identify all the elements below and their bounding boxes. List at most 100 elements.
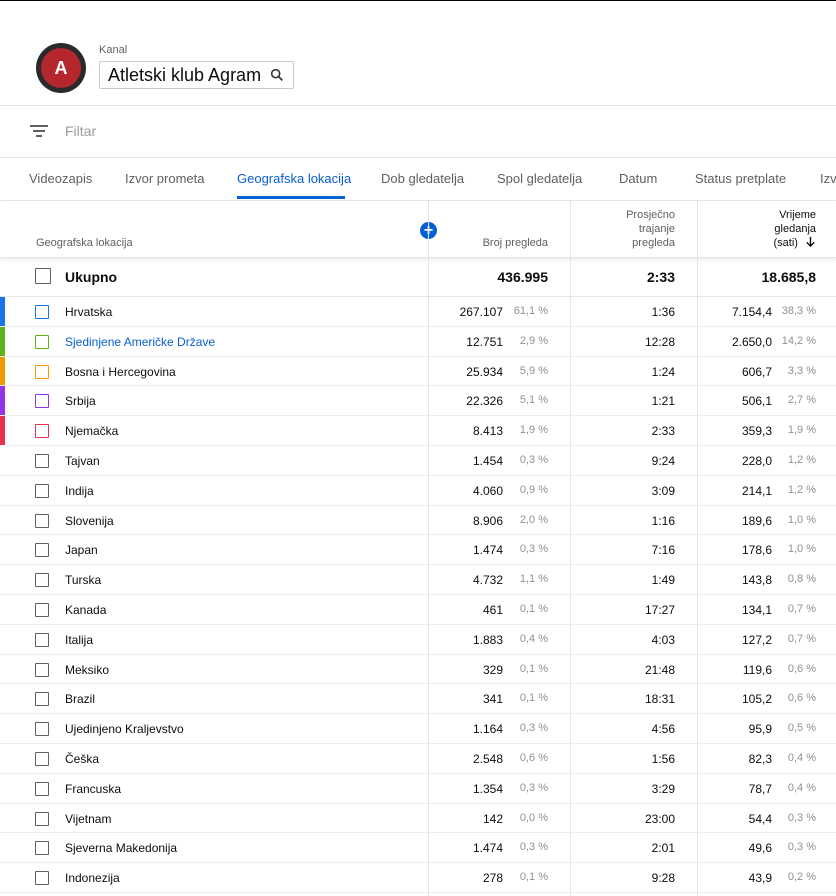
row-watch-pct: 0,4 % [787,751,816,764]
table-row[interactable]: Meksiko 329 0,1 % 21:48 119,6 0,6 % [0,655,836,685]
row-watch-pct: 0,4 % [787,781,816,794]
row-checkbox[interactable] [35,334,49,349]
row-views-pct: 0,3 % [519,841,548,854]
row-location: Vijetnam [65,811,112,826]
row-views: 4.060 [472,483,503,498]
row-views: 4.732 [472,573,503,588]
table-row[interactable]: Italija 1.883 0,4 % 4:03 127,2 0,7 % [0,625,836,655]
column-header-avg-duration[interactable]: Prosječno trajanje pregleda [626,208,675,250]
row-watch-time: 214,1 [741,483,772,498]
row-location[interactable]: Sjedinjene Američke Države [65,335,215,349]
row-watch-pct: 0,7 % [787,602,816,615]
table-row[interactable]: Češka 2.548 0,6 % 1:56 82,3 0,4 % [0,744,836,774]
row-views: 1.454 [472,453,503,468]
series-color-strip [0,356,5,386]
row-views-pct: 0,0 % [519,811,548,824]
total-checkbox[interactable] [35,268,51,284]
row-avg-duration: 23:00 [644,811,675,826]
table-row[interactable]: Srbija 22.326 5,1 % 1:21 506,1 2,7 % [0,386,836,417]
row-views: 2.548 [472,751,503,766]
tab-datum[interactable]: Datum [619,171,657,186]
row-checkbox[interactable] [35,573,49,588]
row-location: Italija [65,632,94,647]
row-views: 1.474 [472,543,503,558]
table-body: Hrvatska 267.107 61,1 % 1:36 7.154,4 38,3 % Sj… [0,297,836,893]
channel-selector[interactable]: Atletski klub Agram [99,61,295,89]
row-views: 8.906 [472,513,503,528]
tab-spol-gledatelja[interactable]: Spol gledatelja [497,171,582,186]
series-color-strip [0,386,5,416]
row-checkbox[interactable] [35,662,49,677]
filter-input[interactable]: Filtar [65,123,96,139]
row-checkbox[interactable] [35,811,49,826]
table-row[interactable]: Slovenija 8.906 2,0 % 1:16 189,6 1,0 % [0,506,836,536]
row-checkbox[interactable] [35,305,49,319]
row-checkbox[interactable] [35,692,49,707]
table-row[interactable]: Indija 4.060 0,9 % 3:09 214,1 1,2 % [0,476,836,506]
row-views-pct: 0,3 % [519,543,548,556]
total-avg-duration: 2:33 [646,269,675,285]
row-checkbox[interactable] [35,364,49,379]
row-views-pct: 0,3 % [519,781,548,794]
column-header-views[interactable]: Broj pregleda [483,236,548,250]
row-checkbox[interactable] [35,394,49,409]
channel-logo-mark: A [41,48,81,88]
row-checkbox[interactable] [35,781,49,796]
table-row[interactable]: Ujedinjeno Kraljevstvo 1.164 0,3 % 4:56 95,9… [0,714,836,744]
row-watch-pct: 1,2 % [787,453,816,466]
filter-icon[interactable] [30,124,48,138]
row-watch-time: 119,6 [742,662,772,677]
row-checkbox[interactable] [35,483,49,498]
row-avg-duration: 3:29 [651,781,675,796]
table-row[interactable]: Njemačka 8.413 1,9 % 2:33 359,3 1,9 % [0,416,836,446]
tab-more[interactable]: Izv [820,171,836,186]
table-row[interactable]: Indonezija 278 0,1 % 9:28 43,9 0,2 % [0,863,836,893]
row-checkbox[interactable] [35,453,49,468]
row-watch-pct: 1,0 % [787,513,816,526]
table-row[interactable]: Francuska 1.354 0,3 % 3:29 78,7 0,4 % [0,774,836,804]
row-checkbox[interactable] [35,871,49,886]
row-checkbox[interactable] [35,543,49,558]
row-watch-pct: 1,2 % [787,483,816,496]
row-views: 8.413 [472,424,503,439]
table-row[interactable]: Sjeverna Makedonija 1.474 0,3 % 2:01 49,6 0,3… [0,833,836,864]
row-avg-duration: 1:16 [651,513,675,528]
table-row[interactable]: Hrvatska 267.107 61,1 % 1:36 7.154,4 38,3 % [0,297,836,327]
table-row[interactable]: Kanada 461 0,1 % 17:27 134,1 0,7 % [0,595,836,625]
search-icon[interactable] [269,67,285,83]
row-checkbox[interactable] [35,841,49,856]
row-avg-duration: 12:28 [644,334,675,349]
row-views: 1.164 [472,722,503,737]
filter-bar[interactable]: Filtar [0,106,836,158]
tab-geografska-lokacija[interactable]: Geografska lokacija [237,171,351,186]
table-row[interactable]: Turska 4.732 1,1 % 1:49 143,8 0,8 % [0,565,836,595]
row-views: 25.934 [466,364,503,379]
tab-status-pretplate[interactable]: Status pretplate [695,171,786,186]
column-header-watch-time[interactable]: Vrijeme gledanja (sati) [773,208,816,250]
row-checkbox[interactable] [35,602,49,617]
table-row[interactable]: Brazil 341 0,1 % 18:31 105,2 0,6 % [0,684,836,715]
tab-dob-gledatelja[interactable]: Dob gledatelja [381,171,464,186]
row-watch-pct: 1,0 % [787,543,816,556]
row-location: Indija [65,483,94,498]
total-views: 436.995 [497,269,548,285]
table-row[interactable]: Bosna i Hercegovina 25.934 5,9 % 1:24 606,7 3… [0,356,836,387]
table-row[interactable]: Japan 1.474 0,3 % 7:16 178,6 1,0 % [0,535,836,566]
row-checkbox[interactable] [35,632,49,647]
dimension-tabs: Videozapis Izvor prometa Geografska loka… [0,158,836,201]
row-location: Meksiko [65,662,110,677]
table-row[interactable]: Tajvan 1.454 0,3 % 9:24 228,0 1,2 % [0,446,836,476]
row-checkbox[interactable] [35,424,49,439]
row-checkbox[interactable] [35,722,49,737]
row-location: Brazil [65,692,96,707]
row-checkbox[interactable] [35,513,49,528]
tab-izvor-prometa[interactable]: Izvor prometa [125,171,204,186]
row-views-pct: 1,9 % [519,424,548,437]
table-row[interactable]: Vijetnam 142 0,0 % 23:00 54,4 0,3 % [0,804,836,834]
row-location: Slovenija [65,513,114,528]
tab-videozapis[interactable]: Videozapis [29,171,92,186]
table-row[interactable]: Sjedinjene Američke Države 12.751 2,9 % 12:… [0,326,836,357]
row-checkbox[interactable] [35,751,49,766]
row-views-pct: 0,1 % [519,871,548,884]
series-color-strip [0,326,5,356]
